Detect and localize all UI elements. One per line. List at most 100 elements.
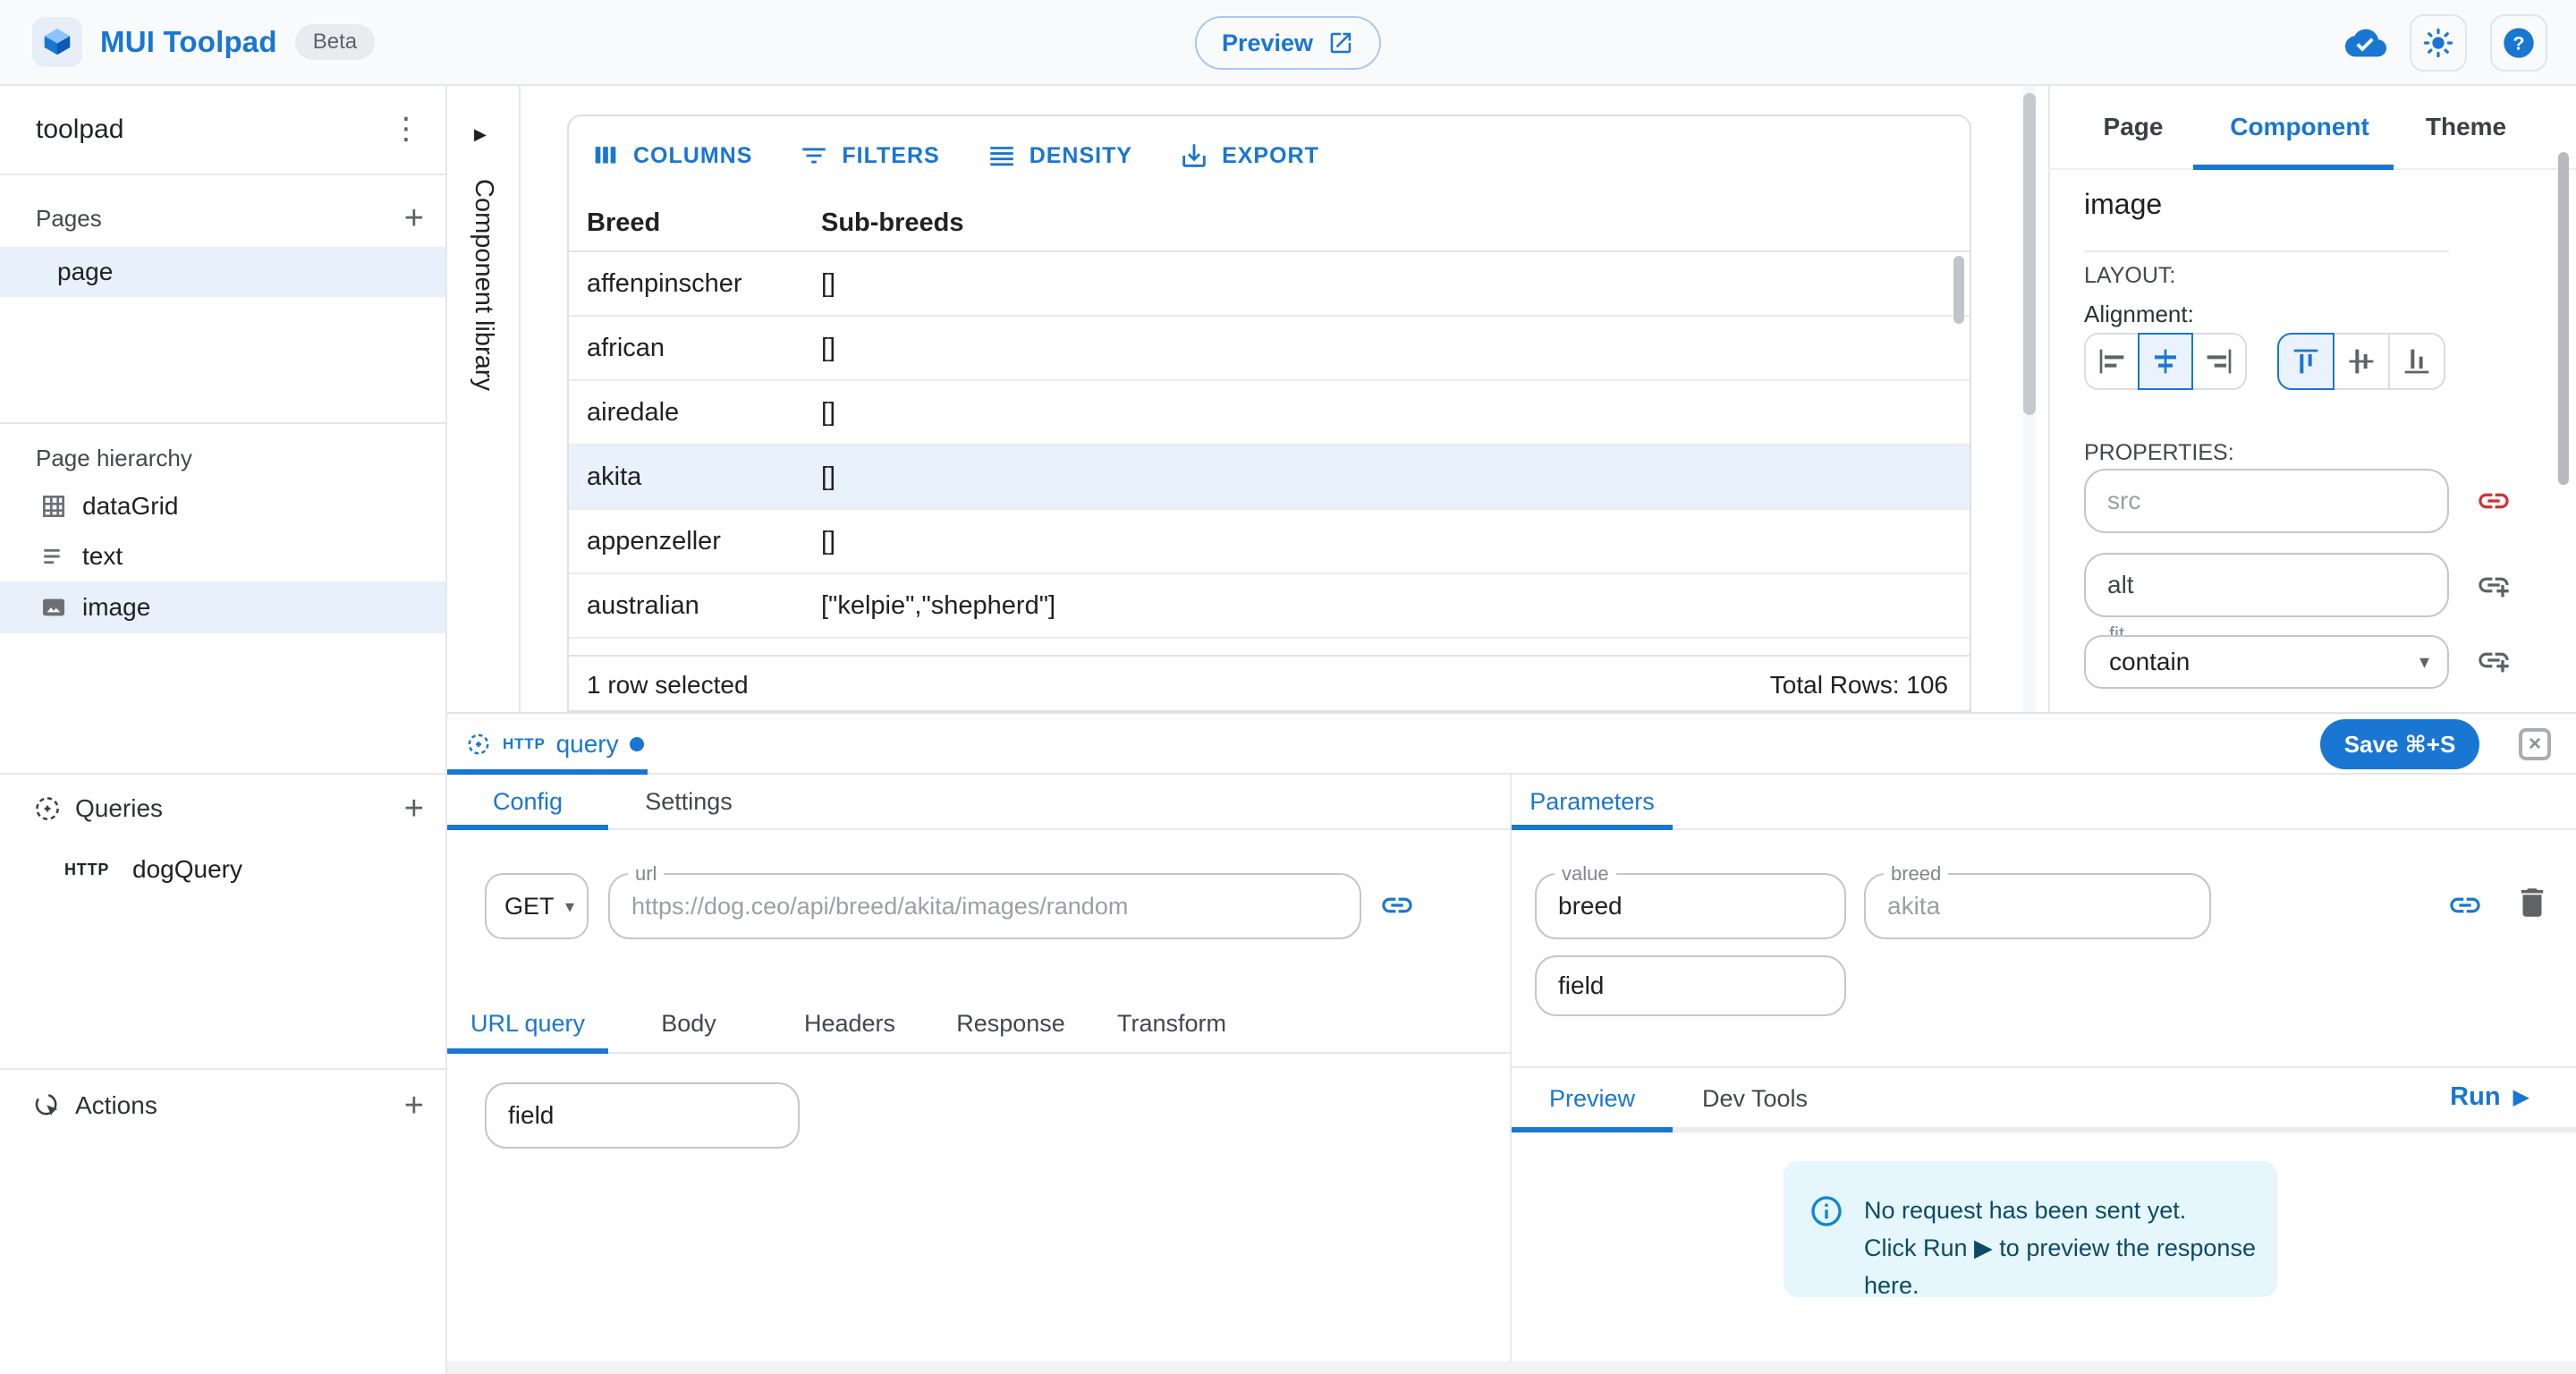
layout-section-label: LAYOUT:	[2084, 263, 2175, 289]
param-extra-field[interactable]	[1535, 955, 1846, 1016]
delete-param-trash-icon[interactable]	[2513, 884, 2551, 921]
tab-http-query[interactable]: HTTP query	[465, 714, 644, 775]
alt-input[interactable]	[2086, 555, 2447, 615]
divider	[0, 422, 445, 424]
vertical-alignment-group	[2277, 333, 2445, 390]
columns-button-label: COLUMNS	[633, 143, 752, 169]
align-horizontal-left-button[interactable]	[2084, 333, 2140, 390]
selected-component-name: image	[2084, 188, 2162, 221]
preview-button[interactable]: Preview	[1195, 16, 1381, 70]
chevron-down-icon: ▾	[2419, 650, 2429, 674]
param-name-label: value	[1555, 862, 1616, 886]
canvas-scrollbar-thumb[interactable]	[2023, 93, 2036, 415]
table-row[interactable]: appenzeller []	[569, 510, 1970, 574]
filters-button-label: FILTERS	[842, 143, 939, 169]
project-menu-kebab-icon[interactable]: ⋮	[388, 111, 424, 147]
param-name-field[interactable]: value	[1535, 873, 1846, 939]
cell-breed: appenzeller	[569, 527, 821, 556]
cell-subbreeds: []	[821, 527, 835, 556]
tab-page[interactable]: Page	[2050, 86, 2216, 168]
tab-body[interactable]: Body	[608, 995, 769, 1052]
table-row[interactable]: african []	[569, 317, 1970, 381]
tab-theme[interactable]: Theme	[2383, 86, 2549, 168]
beta-badge: Beta	[295, 24, 375, 60]
hierarchy-item-datagrid[interactable]: dataGrid	[0, 481, 445, 531]
alt-add-binding-icon[interactable]	[2476, 567, 2512, 603]
url-input[interactable]	[610, 875, 1360, 937]
table-row-selected[interactable]: akita []	[569, 445, 1970, 510]
cell-subbreeds: []	[821, 269, 835, 299]
src-field[interactable]	[2084, 469, 2449, 533]
table-row[interactable]: affenpinscher []	[569, 252, 1970, 317]
export-button[interactable]: EXPORT	[1179, 140, 1319, 171]
tab-response[interactable]: Response	[930, 995, 1091, 1052]
hierarchy-item-image[interactable]: image	[0, 581, 445, 633]
hierarchy-item-label: text	[82, 542, 123, 571]
column-header-subbreeds[interactable]: Sub-breeds	[821, 208, 964, 238]
close-panel-button[interactable]: ×	[2519, 728, 2551, 760]
tab-headers[interactable]: Headers	[769, 995, 930, 1052]
alt-field[interactable]	[2084, 553, 2449, 617]
param-binding-link-icon[interactable]	[2447, 887, 2483, 923]
filters-button[interactable]: FILTERS	[799, 140, 939, 171]
align-horizontal-right-button[interactable]	[2191, 333, 2247, 390]
query-item-dogquery[interactable]: HTTP dogQuery	[0, 844, 445, 895]
http-badge: HTTP	[64, 861, 109, 879]
expand-library-arrow-icon[interactable]: ▶	[474, 125, 487, 144]
tab-settings[interactable]: Settings	[608, 775, 769, 828]
align-horizontal-center-button[interactable]	[2138, 333, 2193, 390]
columns-button[interactable]: COLUMNS	[590, 140, 752, 171]
add-query-button[interactable]: +	[404, 792, 424, 826]
url-field[interactable]: url	[608, 873, 1361, 939]
hierarchy-item-label: dataGrid	[82, 492, 178, 521]
src-input[interactable]	[2086, 471, 2447, 531]
url-query-field[interactable]	[485, 1082, 800, 1149]
canvas-scrollbar[interactable]	[2023, 86, 2036, 712]
close-icon: ×	[2529, 734, 2541, 755]
hierarchy-section-label: Page hierarchy	[0, 445, 192, 472]
mui-logo-icon	[32, 17, 82, 67]
add-page-button[interactable]: +	[404, 201, 424, 235]
align-vertical-bottom-button[interactable]	[2388, 333, 2445, 390]
tab-parameters[interactable]: Parameters	[1512, 775, 1673, 828]
tab-transform[interactable]: Transform	[1091, 995, 1252, 1052]
save-button[interactable]: Save ⌘+S	[2320, 719, 2479, 769]
open-in-new-icon	[1327, 30, 1354, 56]
query-config-pane: Config Settings GET ▾ url URL query Body…	[447, 775, 1512, 1361]
column-header-breed[interactable]: Breed	[569, 208, 821, 238]
param-extra-input[interactable]	[1537, 957, 1844, 1014]
fit-add-binding-icon[interactable]	[2476, 642, 2512, 678]
density-button[interactable]: DENSITY	[987, 140, 1132, 171]
fit-select[interactable]: contain ▾	[2084, 635, 2449, 689]
url-binding-link-icon[interactable]	[1379, 887, 1415, 923]
theme-toggle-button[interactable]	[2410, 14, 2467, 72]
table-row[interactable]: australian ["kelpie","shepherd"]	[569, 574, 1970, 639]
add-action-button[interactable]: +	[404, 1089, 424, 1123]
component-library-strip[interactable]: ▶ Component library	[447, 86, 521, 712]
bottom-panel-scrollbar[interactable]	[447, 1361, 2576, 1374]
hierarchy-item-text[interactable]: text	[0, 531, 445, 581]
datagrid-footer: 1 row selected Total Rows: 106	[569, 655, 1970, 712]
align-vertical-top-button[interactable]	[2277, 333, 2334, 390]
run-button[interactable]: Run ▶	[2450, 1066, 2529, 1127]
tab-url-query[interactable]: URL query	[447, 995, 608, 1052]
src-binding-link-icon[interactable]	[2476, 483, 2512, 519]
http-method-select[interactable]: GET ▾	[485, 873, 589, 939]
param-value-field[interactable]: breed	[1864, 873, 2211, 939]
tab-config[interactable]: Config	[447, 775, 608, 828]
tab-component[interactable]: Component	[2216, 86, 2383, 168]
query-icon	[465, 731, 492, 758]
svg-text:?: ?	[2512, 32, 2524, 55]
query-item-label: dogQuery	[0, 855, 242, 884]
help-button[interactable]: ?	[2490, 14, 2547, 72]
datagrid-scrollbar[interactable]	[1953, 256, 1964, 324]
tab-dev-tools[interactable]: Dev Tools	[1673, 1068, 1837, 1129]
table-row[interactable]: airedale []	[569, 381, 1970, 445]
datagrid-component[interactable]: COLUMNS FILTERS DENSITY	[567, 114, 1971, 712]
tab-preview[interactable]: Preview	[1512, 1068, 1673, 1129]
align-vertical-center-button[interactable]	[2333, 333, 2390, 390]
sidebar-item-page[interactable]: page	[0, 247, 445, 297]
url-query-input[interactable]	[487, 1084, 798, 1147]
cell-breed: airedale	[569, 398, 821, 428]
inspector-scrollbar-thumb[interactable]	[2558, 152, 2569, 485]
